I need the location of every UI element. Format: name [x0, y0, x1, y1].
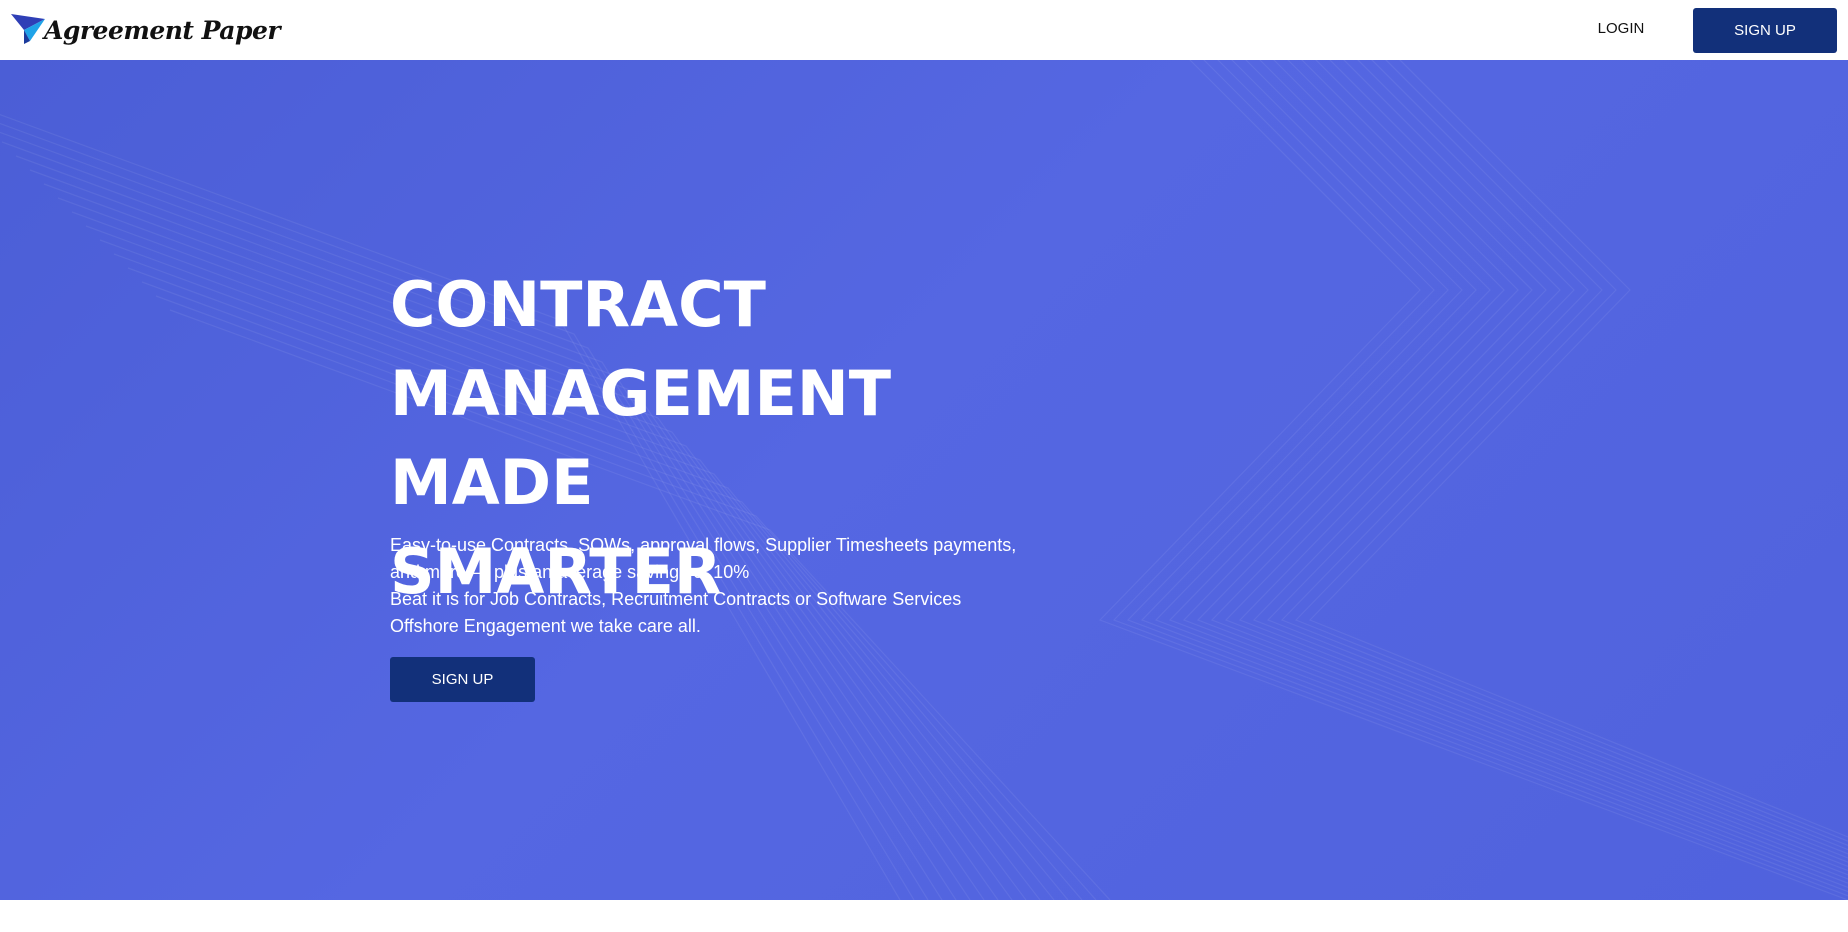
logo[interactable]: Agreement Paper — [10, 9, 281, 49]
hero-description-line: and more — plus an average savings of 10… — [390, 562, 750, 582]
hero-description-line: Easy-to-use Contracts, SOWs, approval fl… — [390, 535, 1017, 555]
background-line — [1238, 60, 1848, 859]
background-line — [1224, 60, 1848, 863]
background-line — [1196, 60, 1848, 872]
hero-section: CONTRACT MANAGEMENT MADE SMARTER Easy-to… — [0, 60, 1848, 900]
hero-description-line: Beat it is for Job Contracts, Recruitmen… — [390, 589, 962, 609]
paper-plane-icon — [10, 11, 46, 47]
background-line — [1252, 60, 1848, 855]
background-line — [1266, 60, 1848, 851]
logo-text: Agreement Paper — [44, 15, 281, 45]
hero-description-line: Offshore Engagement we take care all. — [390, 616, 701, 636]
hero-title-line: CONTRACT — [390, 268, 766, 341]
hero-title-line: MANAGEMENT MADE — [390, 357, 892, 519]
background-line — [1154, 60, 1848, 884]
login-link[interactable]: LOGIN — [1580, 0, 1662, 58]
signup-button-header[interactable]: SIGN UP — [1693, 8, 1837, 53]
background-line — [1112, 60, 1848, 897]
hero-description: Easy-to-use Contracts, SOWs, approval fl… — [390, 532, 1050, 640]
background-line — [1098, 60, 1848, 900]
signup-button-hero[interactable]: SIGN UP — [390, 657, 535, 702]
background-line — [1126, 60, 1848, 893]
site-header: Agreement Paper LOGIN SIGN UP — [0, 0, 1848, 60]
